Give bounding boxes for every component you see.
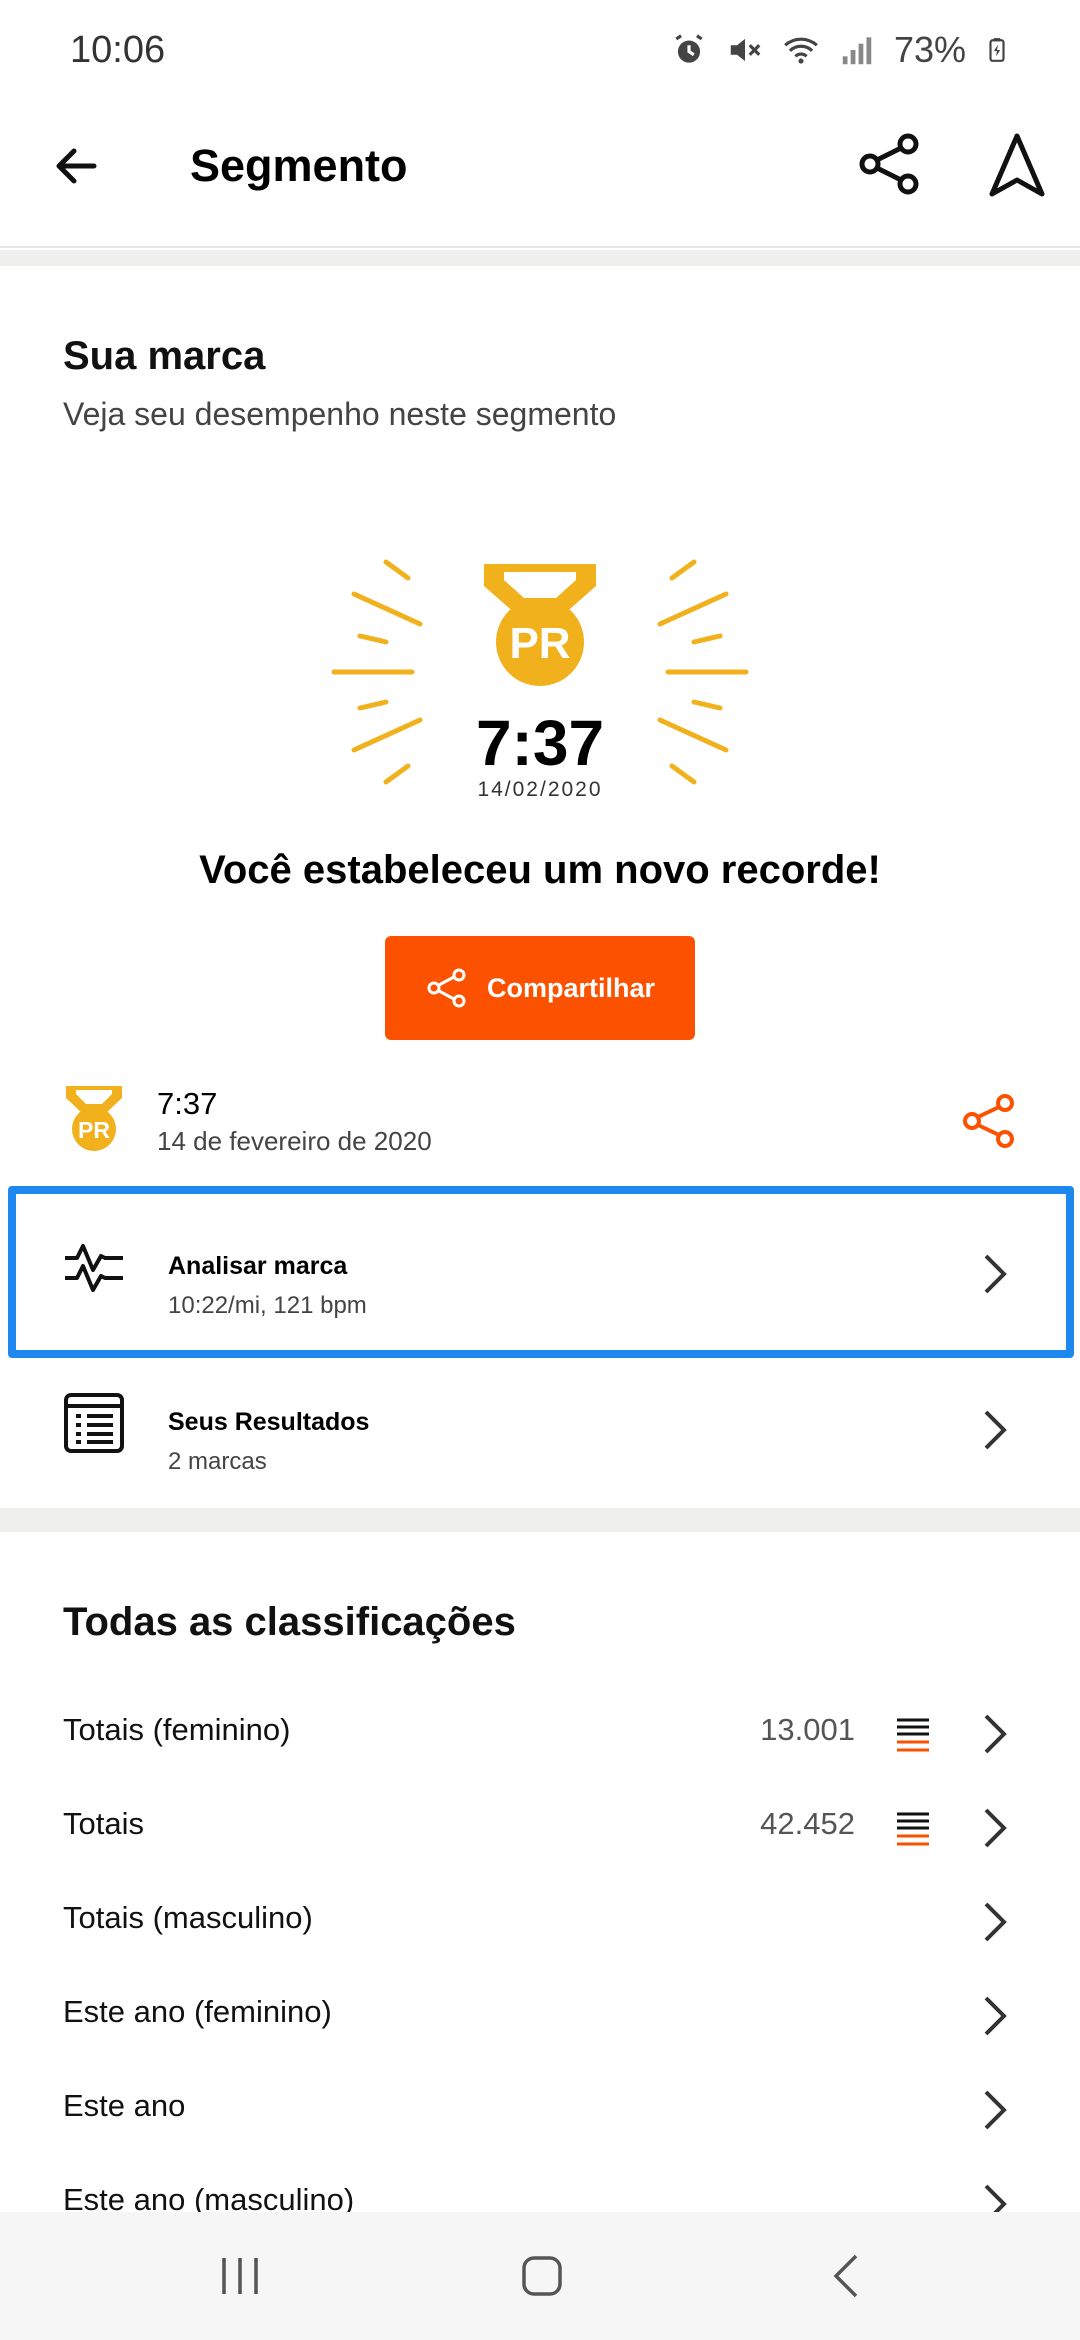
share-icon xyxy=(427,968,466,1008)
leaderboard-icon xyxy=(897,1718,929,1752)
battery-percent: 73% xyxy=(893,29,966,70)
battery-icon xyxy=(989,38,1005,62)
ranking-row-totals-male[interactable]: Totais (masculino) xyxy=(0,1876,1080,1970)
home-icon[interactable] xyxy=(520,2254,564,2298)
pr-row-time: 7:37 xyxy=(157,1086,218,1121)
results-title: Seus Resultados xyxy=(168,1408,370,1436)
chevron-right-icon xyxy=(984,2090,1007,2130)
ranking-label: Este ano (feminino) xyxy=(63,1994,332,2029)
pr-summary-row: PR 7:37 14 de fevereiro de 2020 xyxy=(0,1080,1080,1190)
pr-medal-small-text: PR xyxy=(78,1117,110,1143)
status-time: 10:06 xyxy=(70,28,166,71)
analyze-title: Analisar marca xyxy=(168,1252,348,1280)
section-title-your-mark: Sua marca xyxy=(63,334,266,378)
share-icon[interactable] xyxy=(856,130,924,198)
ranking-row-totals-female[interactable]: Totais (feminino) 13.001 xyxy=(0,1688,1080,1782)
signal-icon xyxy=(842,37,872,65)
pr-medal-icon: PR xyxy=(484,564,596,686)
section-divider xyxy=(0,250,1080,266)
analyze-effort-row[interactable]: Analisar marca 10:22/mi, 121 bpm xyxy=(0,1196,1080,1346)
recent-apps-icon[interactable] xyxy=(218,2254,262,2298)
pr-medal-text: PR xyxy=(509,619,570,668)
pr-row-date: 14 de fevereiro de 2020 xyxy=(157,1126,432,1156)
leaderboard-icon xyxy=(897,1812,929,1846)
ranking-label: Totais xyxy=(63,1806,144,1841)
chevron-right-icon xyxy=(984,1714,1007,1754)
your-results-row[interactable]: Seus Resultados 2 marcas xyxy=(0,1352,1080,1502)
status-bar: 10:06 73% xyxy=(0,0,1080,100)
pr-headline: Você estabeleceu um novo recorde! xyxy=(199,848,881,892)
ranking-row-this-year-female[interactable]: Este ano (feminino) xyxy=(0,1970,1080,2064)
back-arrow-icon[interactable] xyxy=(46,136,106,196)
status-icons: 73% xyxy=(670,29,1010,71)
app-bar: Segmento xyxy=(0,100,1080,248)
system-nav-bar xyxy=(0,2212,1080,2340)
page-title: Segmento xyxy=(190,140,408,191)
analyze-subtitle: 10:22/mi, 121 bpm xyxy=(168,1292,367,1319)
ranking-row-this-year[interactable]: Este ano xyxy=(0,2064,1080,2158)
share-orange-icon[interactable] xyxy=(960,1092,1018,1150)
ranking-row-totals[interactable]: Totais 42.452 xyxy=(0,1782,1080,1876)
ranking-count: 13.001 xyxy=(760,1712,855,1747)
wifi-icon xyxy=(784,37,818,64)
results-list-icon xyxy=(64,1393,124,1453)
ranking-count: 42.452 xyxy=(760,1806,855,1841)
chevron-right-icon xyxy=(984,1410,1007,1450)
section-divider xyxy=(0,1508,1080,1532)
pr-medal-small-icon: PR xyxy=(66,1086,122,1151)
pulse-wave-icon xyxy=(65,1244,123,1292)
ranking-label: Totais (masculino) xyxy=(63,1900,313,1935)
ranking-label: Totais (feminino) xyxy=(63,1712,291,1747)
chevron-right-icon xyxy=(984,1808,1007,1848)
chevron-right-icon xyxy=(984,1902,1007,1942)
results-subtitle: 2 marcas xyxy=(168,1448,267,1475)
pr-time: 7:37 xyxy=(475,707,605,779)
system-back-icon[interactable] xyxy=(826,2254,870,2298)
share-button[interactable]: Compartilhar xyxy=(385,936,695,1040)
alarm-icon xyxy=(675,34,703,63)
ranking-label: Este ano xyxy=(63,2088,186,2123)
chevron-right-icon xyxy=(984,1254,1007,1294)
chevron-right-icon xyxy=(984,1996,1007,2036)
section-subtitle-your-mark: Veja seu desempenho neste segmento xyxy=(63,396,617,432)
share-button-label: Compartilhar xyxy=(486,972,656,1003)
navigate-icon[interactable] xyxy=(986,130,1048,200)
mute-icon xyxy=(730,38,761,62)
section-title-rankings: Todas as classificações xyxy=(63,1600,516,1644)
pr-date: 14/02/2020 xyxy=(477,778,603,801)
